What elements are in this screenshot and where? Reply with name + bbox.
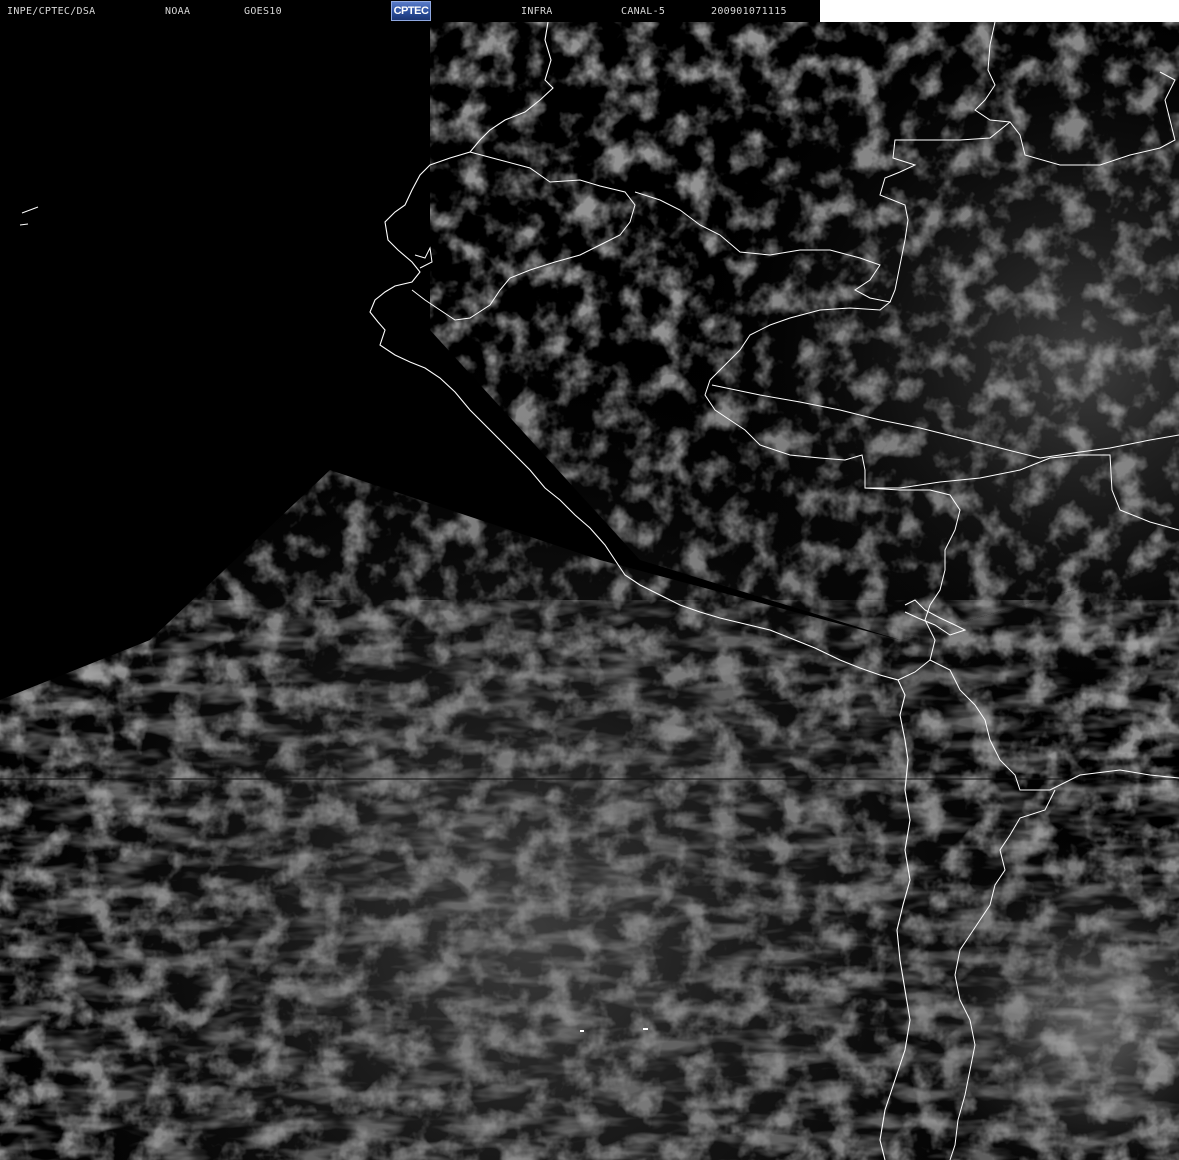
product-label: INFRA [521, 6, 553, 17]
small-island-marker [643, 1028, 648, 1030]
header-blank-area [820, 0, 1179, 22]
agency-label: NOAA [165, 6, 191, 17]
satellite-image [0, 22, 1179, 1160]
channel-label: CANAL-5 [621, 6, 666, 17]
satellite-label: GOES10 [244, 6, 282, 17]
cptec-logo: CPTEC [391, 1, 431, 21]
satellite-image-svg [0, 22, 1179, 1160]
institution-label: INPE/CPTEC/DSA [7, 6, 96, 17]
small-island-marker [580, 1030, 584, 1032]
image-header-bar: INPE/CPTEC/DSA NOAA GOES10 CPTEC INFRA C… [0, 0, 820, 22]
timestamp-label: 200901071115 [711, 6, 787, 17]
cloud-cover [0, 22, 1179, 1160]
